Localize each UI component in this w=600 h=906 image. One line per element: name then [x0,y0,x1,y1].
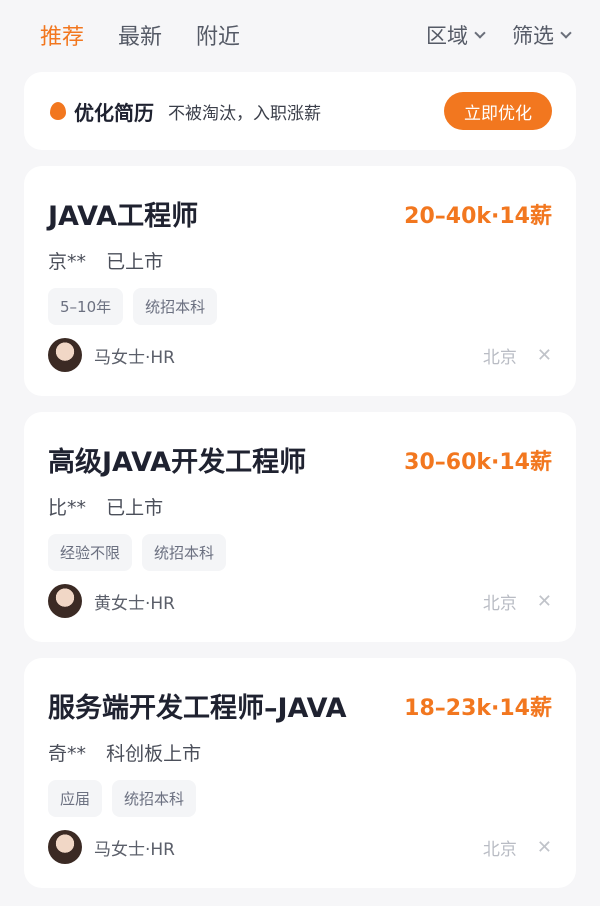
job-card[interactable]: JAVA工程师 20–40k·14薪 京** 已上市 5–10年 统招本科 马女… [24,166,576,396]
company-status: 科创板上市 [106,743,202,765]
avatar [48,830,82,864]
close-icon[interactable]: ✕ [537,345,552,366]
top-bar: 推荐 最新 附近 区域 筛选 [0,0,600,70]
job-salary: 20–40k·14薪 [404,203,552,229]
company-name: 京** [48,251,87,273]
avatar [48,584,82,618]
company-status: 已上市 [106,251,164,273]
company-name: 比** [48,497,87,519]
region-filter[interactable]: 区域 [426,20,486,50]
tab-latest[interactable]: 最新 [118,19,162,51]
job-card[interactable]: 服务端开发工程师–JAVA 18–23k·14薪 奇** 科创板上市 应届 统招… [24,658,576,888]
recruiter-name: 马女士·HR [94,839,175,860]
job-tag: 经验不限 [48,534,133,571]
chevron-down-icon [560,26,572,39]
job-city: 北京 [482,593,517,614]
job-city: 北京 [482,347,517,368]
job-tag: 统招本科 [142,534,227,571]
job-tag: 5–10年 [48,288,124,325]
job-card[interactable]: 高级JAVA开发工程师 30–60k·14薪 比** 已上市 经验不限 统招本科… [24,412,576,642]
resume-promo-banner: 优化简历 不被淘汰，入职涨薪 立即优化 [24,72,576,150]
job-tag: 统招本科 [133,288,218,325]
job-title: 高级JAVA开发工程师 [48,447,307,478]
job-tag: 应届 [48,780,103,817]
region-filter-label: 区域 [426,24,468,48]
job-title: 服务端开发工程师–JAVA [48,693,347,724]
flame-icon [50,102,66,120]
job-salary: 30–60k·14薪 [404,449,552,475]
company-status: 已上市 [106,497,164,519]
job-city: 北京 [482,839,517,860]
recruiter-name: 黄女士·HR [94,593,175,614]
chevron-down-icon [474,26,486,39]
avatar [48,338,82,372]
tab-recommend[interactable]: 推荐 [40,19,84,51]
optimize-now-button[interactable]: 立即优化 [444,92,552,130]
job-tag: 统招本科 [112,780,197,817]
promo-subtitle: 不被淘汰，入职涨薪 [168,103,321,124]
company-name: 奇** [48,743,87,765]
job-title: JAVA工程师 [48,201,199,232]
tab-nearby[interactable]: 附近 [196,19,240,51]
screen-filter-label: 筛选 [512,24,554,48]
job-salary: 18–23k·14薪 [404,695,552,721]
screen-filter[interactable]: 筛选 [512,20,572,50]
promo-title: 优化简历 [74,100,154,125]
close-icon[interactable]: ✕ [537,837,552,858]
close-icon[interactable]: ✕ [537,591,552,612]
recruiter-name: 马女士·HR [94,347,175,368]
